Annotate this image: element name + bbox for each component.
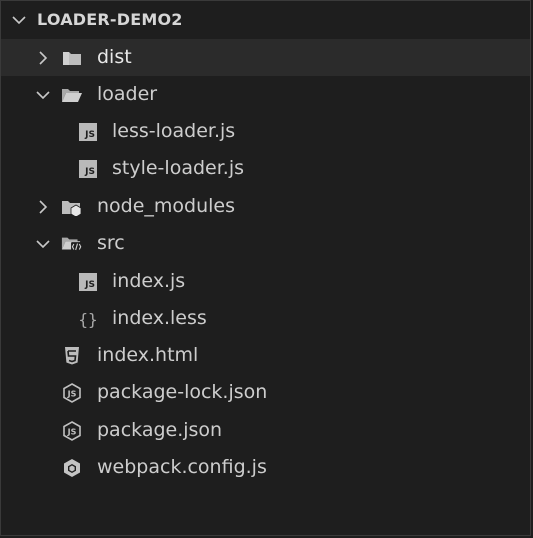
tree-item-loader[interactable]: loader <box>1 76 530 113</box>
tree-item-index-html[interactable]: index.html <box>1 337 530 374</box>
svg-text:JS: JS <box>67 390 77 399</box>
tree-item-node-modules[interactable]: node_modules <box>1 188 530 225</box>
tree-item-package-lock-json[interactable]: JS package-lock.json <box>1 374 530 411</box>
tree-item-label: dist <box>97 46 132 68</box>
webpack-file-icon <box>61 458 83 478</box>
tree-item-label: less-loader.js <box>112 120 236 142</box>
tree-item-index-js[interactable]: JS index.js <box>1 263 530 300</box>
tree-item-label: loader <box>97 83 158 105</box>
tree-item-label: index.js <box>112 270 186 292</box>
chevron-down-icon[interactable] <box>11 12 27 28</box>
explorer-header[interactable]: LOADER-DEMO2 <box>1 1 530 39</box>
src-folder-icon <box>61 234 83 254</box>
tree-item-less-loader-js[interactable]: JS less-loader.js <box>1 113 530 150</box>
workspace-title: LOADER-DEMO2 <box>37 10 183 29</box>
nodejs-file-icon: JS <box>61 383 83 403</box>
nodejs-file-icon: JS <box>61 421 83 441</box>
folder-open-icon <box>61 85 83 105</box>
tree-item-label: package.json <box>97 419 223 441</box>
tree-item-label: webpack.config.js <box>97 456 267 478</box>
html5-file-icon <box>61 346 83 366</box>
folder-icon <box>61 48 83 68</box>
node-folder-icon <box>61 197 83 217</box>
tree-item-label: style-loader.js <box>112 157 244 179</box>
javascript-file-icon: JS <box>77 159 99 179</box>
chevron-down-icon[interactable] <box>35 87 51 103</box>
tree-item-label: index.less <box>112 307 207 329</box>
chevron-right-icon[interactable] <box>35 50 51 66</box>
tree-item-label: package-lock.json <box>97 381 268 403</box>
tree-item-webpack-config-js[interactable]: webpack.config.js <box>1 449 530 486</box>
chevron-down-icon[interactable] <box>35 236 51 252</box>
tree-item-src[interactable]: src <box>1 225 530 262</box>
tree-item-label: index.html <box>97 344 199 366</box>
tree-item-index-less[interactable]: {} index.less <box>1 300 530 337</box>
svg-text:JS: JS <box>67 428 77 437</box>
javascript-file-icon: JS <box>77 122 99 142</box>
chevron-right-icon[interactable] <box>35 199 51 215</box>
tree-item-style-loader-js[interactable]: JS style-loader.js <box>1 150 530 187</box>
less-file-icon: {} <box>78 309 98 329</box>
tree-item-dist[interactable]: dist <box>1 39 530 76</box>
javascript-file-icon: JS <box>77 272 99 292</box>
tree-item-package-json[interactable]: JS package.json <box>1 412 530 449</box>
tree-item-label: src <box>97 232 125 254</box>
file-explorer: LOADER-DEMO2 dist loader JS less-loader.… <box>0 0 531 536</box>
tree-item-label: node_modules <box>97 195 236 217</box>
